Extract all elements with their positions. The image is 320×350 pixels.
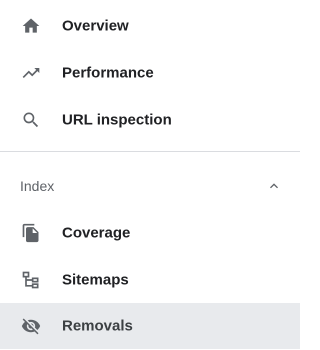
nav-item-removals[interactable]: Removals — [0, 303, 300, 349]
file-copy-icon — [21, 223, 41, 243]
trending-up-icon — [21, 63, 41, 83]
section-title: Index — [20, 178, 55, 194]
sidebar-nav: Overview Performance URL inspection Inde… — [0, 0, 300, 350]
home-icon — [21, 16, 41, 36]
nav-item-label: Coverage — [62, 224, 131, 242]
nav-item-overview[interactable]: Overview — [0, 3, 300, 49]
visibility-off-icon — [21, 316, 41, 336]
nav-item-label: Overview — [62, 17, 129, 35]
nav-item-coverage[interactable]: Coverage — [0, 210, 300, 256]
nav-item-sitemaps[interactable]: Sitemaps — [0, 257, 300, 303]
section-header-index: Index — [0, 164, 300, 208]
sitemap-icon — [21, 270, 41, 290]
section-divider — [0, 151, 300, 152]
nav-item-label: Removals — [62, 317, 133, 335]
nav-item-url-inspection[interactable]: URL inspection — [0, 97, 300, 143]
nav-item-label: URL inspection — [62, 111, 172, 129]
nav-item-performance[interactable]: Performance — [0, 50, 300, 96]
chevron-up-icon[interactable] — [266, 178, 282, 194]
nav-item-label: Performance — [62, 64, 154, 82]
search-icon — [21, 110, 41, 130]
nav-item-label: Sitemaps — [62, 271, 129, 289]
